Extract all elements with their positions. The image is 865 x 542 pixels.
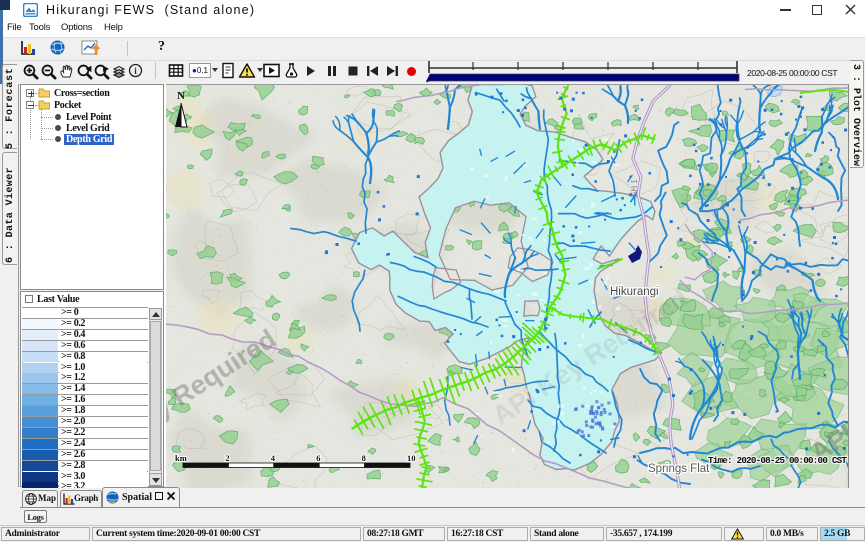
svg-text:N: N: [177, 90, 185, 102]
svg-text:6: 6: [316, 453, 320, 463]
svg-text:km: km: [175, 453, 187, 463]
svg-text:2: 2: [225, 453, 229, 463]
svg-text:8: 8: [362, 453, 366, 463]
svg-text:SH 1: SH 1: [630, 179, 639, 197]
svg-text:4: 4: [271, 453, 276, 463]
svg-text:Time: 2020-08-25 00:00:00 CST: Time: 2020-08-25 00:00:00 CST: [708, 455, 847, 466]
svg-text:Springs Flat: Springs Flat: [648, 463, 710, 475]
svg-text:10: 10: [407, 453, 416, 463]
svg-text:i: i: [134, 66, 137, 76]
svg-text:Hikurangi: Hikurangi: [610, 286, 659, 298]
